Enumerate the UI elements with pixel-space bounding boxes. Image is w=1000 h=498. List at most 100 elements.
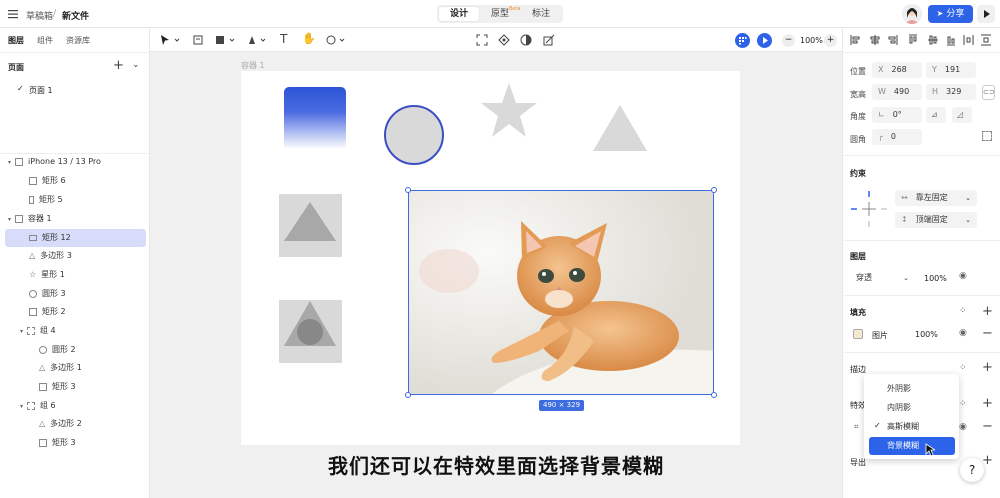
star-shape[interactable] <box>479 81 539 139</box>
crop-icon[interactable] <box>476 34 488 46</box>
frame-tool-icon[interactable] <box>193 34 203 46</box>
layer-rect-5[interactable]: 矩形 5 <box>0 191 150 209</box>
width-field[interactable]: W 490 <box>872 84 922 100</box>
menu-icon[interactable] <box>8 9 18 19</box>
tab-annotation[interactable]: 标注 <box>521 7 561 21</box>
layer-polygon-2[interactable]: △ 多边形 2 <box>0 415 150 433</box>
resize-handle[interactable] <box>711 187 717 193</box>
circle-shape[interactable] <box>382 103 446 167</box>
flip-v-button[interactable]: ◿ <box>952 107 972 123</box>
add-effect-icon[interactable]: + <box>982 397 993 410</box>
fill-style-icon[interactable]: ⁘ <box>959 306 967 316</box>
remove-effect-icon[interactable]: − <box>982 419 993 434</box>
component-icon[interactable] <box>498 34 510 46</box>
layer-circle-3[interactable]: 圆形 3 <box>0 285 150 303</box>
triangle-shape[interactable] <box>592 104 648 152</box>
remove-fill-icon[interactable]: − <box>982 326 993 341</box>
stroke-style-icon[interactable]: ⁘ <box>959 363 967 373</box>
container-label[interactable]: 容器 1 <box>241 60 265 71</box>
add-export-icon[interactable]: + <box>982 454 993 467</box>
present-button[interactable] <box>977 5 995 23</box>
align-toolbar <box>850 34 991 46</box>
resize-handle[interactable] <box>405 392 411 398</box>
shape-tool-icon[interactable] <box>215 34 239 46</box>
layer-group-4[interactable]: ▾ 组 4 <box>0 322 150 340</box>
image-rect-12[interactable] <box>408 190 714 395</box>
menu-item-inner-shadow[interactable]: 内阴影 <box>864 399 959 417</box>
cat-photo <box>409 191 713 394</box>
resize-handle[interactable] <box>405 187 411 193</box>
height-field[interactable]: H 329 <box>926 84 976 100</box>
tab-design[interactable]: 设计 <box>439 7 479 21</box>
zoom-out-button[interactable]: − <box>782 34 795 47</box>
effects-style-icon[interactable]: ⁘ <box>959 399 967 409</box>
layer-rect-6[interactable]: 矩形 6 <box>0 172 150 190</box>
layer-polygon-1[interactable]: △ 多边形 1 <box>0 359 150 377</box>
preview-play-icon[interactable] <box>757 33 772 48</box>
flip-h-button[interactable]: ⊿ <box>926 107 946 123</box>
fill-opacity[interactable]: 100% <box>915 330 938 339</box>
effect-settings-icon[interactable]: ⌗ <box>854 422 859 432</box>
radius-field[interactable]: ╭ 0 <box>872 129 922 145</box>
add-stroke-icon[interactable]: + <box>982 361 993 374</box>
grid-toggle-icon[interactable] <box>735 33 750 48</box>
tab-components[interactable]: 组件 <box>37 35 53 46</box>
fill-eye-icon[interactable]: ◉ <box>959 328 967 338</box>
constraint-horizontal-select[interactable]: ↔ 靠左固定 ⌄ <box>895 190 977 206</box>
menu-item-gaussian-blur[interactable]: 高斯模糊 <box>864 418 959 436</box>
independent-corners-icon[interactable] <box>982 131 992 141</box>
constraint-vertical-select[interactable]: ↕ 顶端固定 ⌄ <box>895 212 977 228</box>
lock-ratio-icon[interactable]: ⊂⊃ <box>982 85 995 100</box>
help-button[interactable]: ? <box>960 458 984 482</box>
layer-container-1[interactable]: ▾ 容器 1 <box>0 210 150 228</box>
triangle-icon: △ <box>29 251 36 260</box>
fill-type-label[interactable]: 图片 <box>872 330 888 341</box>
zoom-level[interactable]: 100% <box>800 36 823 45</box>
hand-tool-icon[interactable]: ✋ <box>302 32 316 45</box>
text-tool-icon[interactable]: T <box>280 32 287 46</box>
layer-star-1[interactable]: ☆ 星形 1 <box>0 266 150 284</box>
effect-eye-icon[interactable]: ◉ <box>959 422 967 432</box>
layer-rect-3b[interactable]: 矩形 3 <box>0 434 150 452</box>
comment-tool-icon[interactable] <box>326 34 350 46</box>
pages-title: 页面 <box>8 63 24 72</box>
layer-rect-2[interactable]: 矩形 2 <box>0 303 150 321</box>
resize-handle[interactable] <box>711 392 717 398</box>
layer-iphone[interactable]: ▾ iPhone 13 / 13 Pro <box>0 153 150 171</box>
angle-field[interactable]: ∟ 0° <box>872 107 922 123</box>
rect-triangle-circle-group[interactable] <box>279 300 342 363</box>
rect-triangle-group[interactable] <box>279 194 342 257</box>
constraint-widget[interactable] <box>850 188 888 230</box>
mask-icon[interactable] <box>520 34 532 46</box>
boolean-icon[interactable] <box>543 34 555 46</box>
add-fill-icon[interactable]: + <box>982 305 993 318</box>
tab-layers[interactable]: 图层 <box>8 35 24 46</box>
share-button[interactable]: ➤ 分享 <box>928 5 973 23</box>
menu-item-drop-shadow[interactable]: 外阴影 <box>864 380 959 398</box>
page-item[interactable]: 页面 1 <box>29 85 53 96</box>
pen-tool-icon[interactable] <box>247 34 269 46</box>
menu-item-background-blur[interactable]: 背景模糊 <box>869 437 955 455</box>
avatar[interactable] <box>902 4 922 24</box>
chevron-down-icon[interactable]: ⌄ <box>132 60 140 70</box>
layer-polygon-3[interactable]: △ 多边形 3 <box>0 247 150 265</box>
blend-mode-select[interactable]: 穿透 ⌄ <box>850 270 915 286</box>
y-field[interactable]: Y 191 <box>926 62 976 78</box>
radius-icon: ╭ <box>878 132 883 141</box>
move-tool-icon[interactable] <box>160 34 184 46</box>
layer-group-6[interactable]: ▾ 组 6 <box>0 397 150 415</box>
share-label: 分享 <box>946 9 965 19</box>
tab-assets[interactable]: 资源库 <box>66 35 90 46</box>
x-field[interactable]: X 268 <box>872 62 922 78</box>
layer-rect-3a[interactable]: 矩形 3 <box>0 378 150 396</box>
file-name[interactable]: 新文件 <box>62 9 89 22</box>
layer-rect-12[interactable]: 矩形 12 <box>5 229 146 247</box>
fill-image-swatch[interactable] <box>853 329 863 339</box>
add-page-icon[interactable]: + <box>113 59 124 72</box>
visibility-eye-icon[interactable]: ◉ <box>959 271 967 281</box>
breadcrumb-root[interactable]: 草稿箱 <box>26 9 53 22</box>
zoom-in-button[interactable]: + <box>824 34 837 47</box>
gradient-rect[interactable] <box>284 87 346 149</box>
layer-circle-2[interactable]: 圆形 2 <box>0 341 150 359</box>
layer-opacity[interactable]: 100% <box>924 274 947 283</box>
